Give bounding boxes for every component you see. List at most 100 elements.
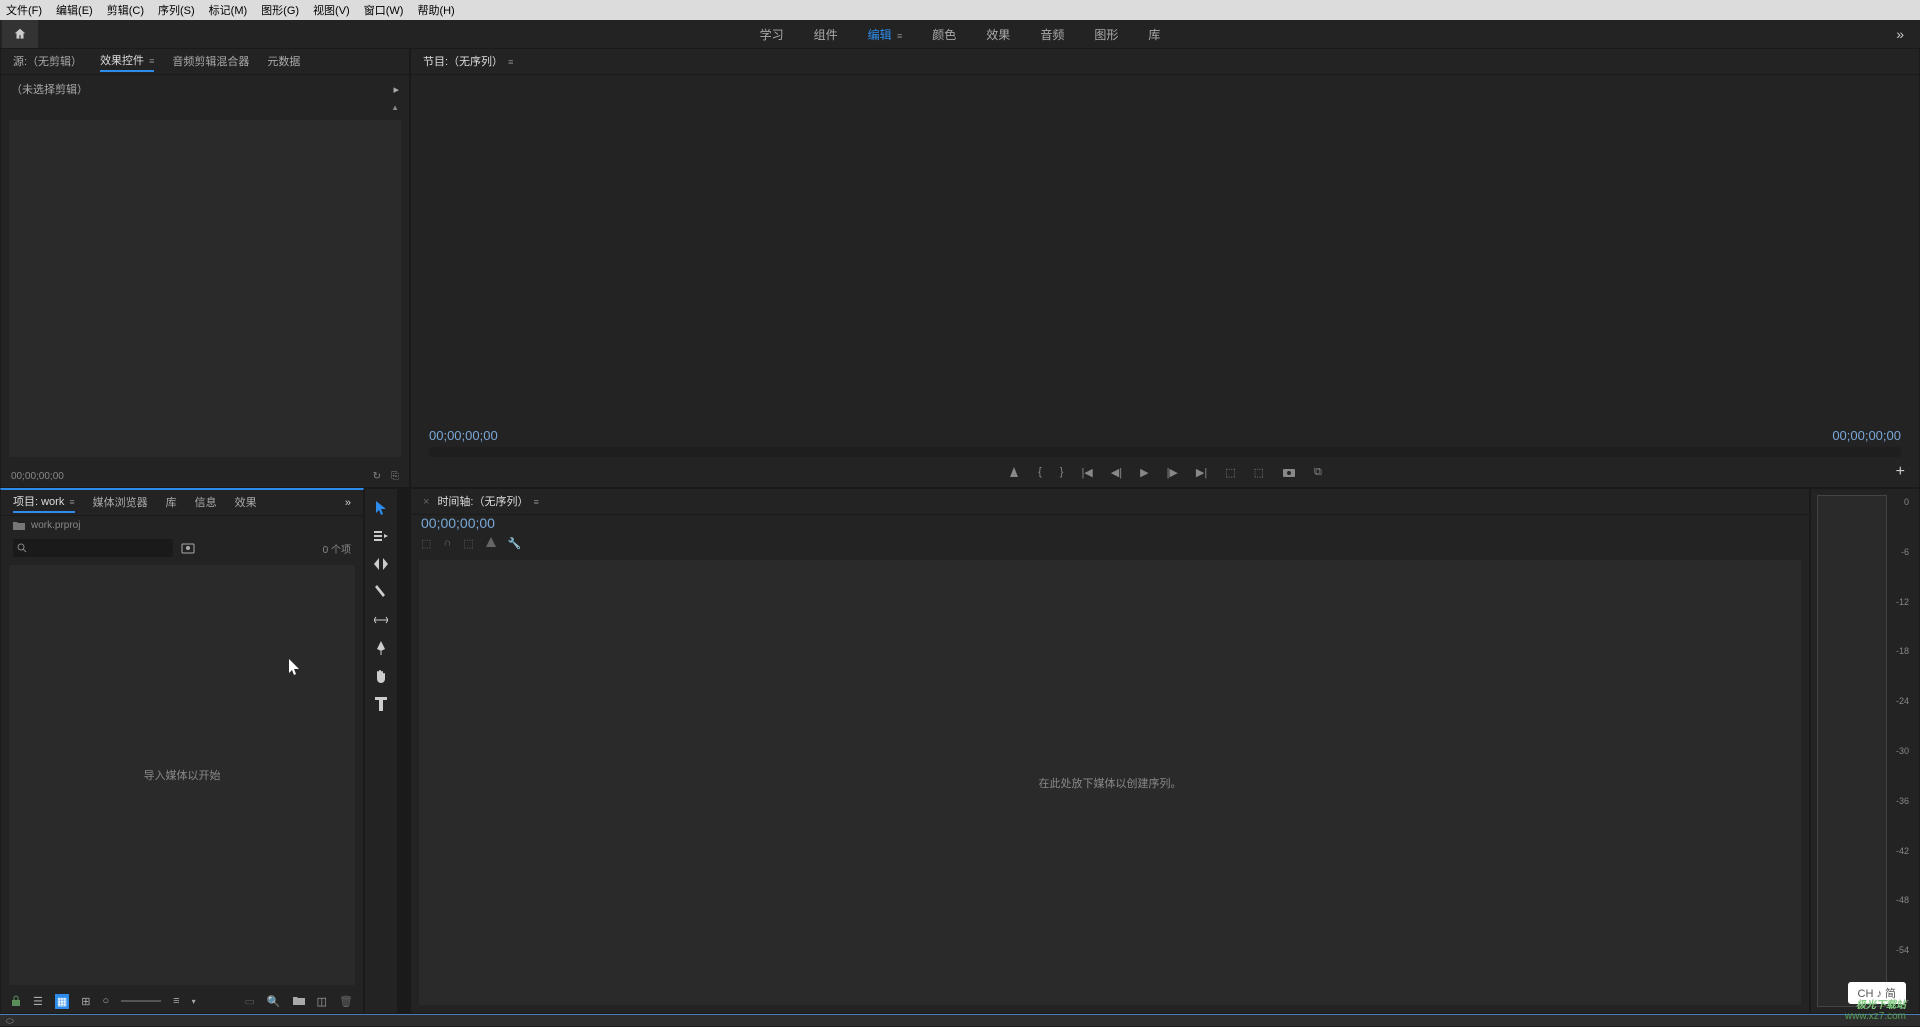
hamburger-icon[interactable]: ≡ [508,57,513,67]
timeline-panel-tabs: × 时间轴:（无序列） ≡ [411,489,1809,515]
tab-audio-clip-mixer[interactable]: 音频剪辑混合器 [172,53,249,71]
lock-icon[interactable] [11,995,21,1007]
hamburger-icon[interactable]: ≡ [534,497,539,507]
loop-icon[interactable]: ↻ [373,471,381,482]
project-panel: 项目: work ≡ 媒体浏览器 库 信息 效果 » work.prproj [0,488,364,1014]
ws-tab-editing[interactable]: 编辑 ≡ [868,26,903,43]
home-button[interactable] [2,20,38,48]
hamburger-icon[interactable]: ≡ [69,497,74,507]
play-icon[interactable]: ▶ [1140,466,1148,479]
bracket-in-icon[interactable]: { [1038,466,1042,478]
link-icon[interactable]: ⬭ [0,1016,14,1026]
tab-metadata[interactable]: 元数据 [267,53,300,71]
play-arrow-icon[interactable]: ▸ [393,83,399,96]
menu-clip[interactable]: 剪辑(C) [107,2,144,18]
program-scrubber[interactable] [429,447,1901,457]
new-item-icon[interactable]: ◫ [317,995,327,1008]
tab-effects-panel[interactable]: 效果 [235,494,257,512]
workspace-tabs: 学习 组件 编辑 ≡ 颜色 效果 音频 图形 库 [760,20,1161,48]
menu-edit[interactable]: 编辑(E) [56,2,93,18]
track-select-tool[interactable] [370,527,392,545]
menu-marker[interactable]: 标记(M) [209,2,248,18]
tab-info[interactable]: 信息 [195,494,217,512]
source-panel: 源:（无剪辑） 效果控件 ≡ 音频剪辑混合器 元数据 （未选择剪辑） ▸ ▲ 0… [0,48,410,488]
workspace-overflow-icon[interactable]: » [1896,26,1904,42]
hamburger-icon[interactable]: ≡ [149,56,154,66]
add-marker-icon[interactable]: ⬚ [463,537,473,550]
new-bin-from-search-icon[interactable] [181,542,195,554]
zoom-slider[interactable] [121,1000,161,1002]
linked-selection-icon[interactable]: ∩ [443,537,451,550]
menu-window[interactable]: 窗口(W) [364,2,404,18]
ws-tab-learn[interactable]: 学习 [760,26,784,43]
source-panel-tabs: 源:（无剪辑） 效果控件 ≡ 音频剪辑混合器 元数据 [1,49,409,75]
export-frame-icon[interactable]: ⎘ [391,471,399,482]
chevron-down-icon[interactable]: ▾ [192,997,196,1006]
scroll-up-icon[interactable]: ▲ [391,103,399,112]
type-tool[interactable] [370,695,392,713]
project-search-input[interactable] [13,539,173,557]
tab-program[interactable]: 节目:（无序列） ≡ [423,53,513,71]
ripple-edit-tool[interactable] [370,555,392,573]
extract-icon[interactable]: ⬚ [1254,466,1264,479]
tab-timeline[interactable]: 时间轴:（无序列） ≡ [437,493,538,511]
mark-in-icon[interactable] [1008,466,1020,478]
tab-effect-controls[interactable]: 效果控件 ≡ [100,52,154,72]
step-back-icon[interactable]: ◀| [1111,466,1122,479]
settings-wrench-icon[interactable]: 🔧 [508,537,522,550]
pen-tool[interactable] [370,639,392,657]
find-icon[interactable]: 🔍 [267,995,281,1008]
tab-libraries[interactable]: 库 [166,494,177,512]
ws-tab-effects[interactable]: 效果 [986,26,1010,43]
lift-icon[interactable]: ⬚ [1225,466,1235,479]
meter-tick: -54 [1891,945,1909,955]
automate-to-sequence-icon[interactable]: ▭ [245,995,255,1008]
hand-tool[interactable] [370,667,392,685]
panel-overflow-icon[interactable]: » [345,497,351,509]
hamburger-icon[interactable]: ≡ [897,31,902,41]
ws-tab-audio[interactable]: 音频 [1040,26,1064,43]
ws-tab-libraries[interactable]: 库 [1148,26,1160,43]
bracket-out-icon[interactable]: } [1060,466,1064,478]
razor-tool[interactable] [370,583,392,601]
snap-icon[interactable]: ⬚ [421,537,431,550]
trash-icon[interactable]: 🗑 [339,995,353,1008]
menu-graphics[interactable]: 图形(G) [261,2,299,18]
freeform-view-icon[interactable]: ⊞ [81,995,90,1008]
timeline-panel: × 时间轴:（无序列） ≡ 00;00;00;00 ⬚ ∩ ⬚ 🔧 在此处放下媒… [410,488,1810,1014]
menu-help[interactable]: 帮助(H) [417,2,454,18]
project-bin-body[interactable]: 导入媒体以开始 [9,565,355,985]
transport-controls: { } |◀ ◀| ▶ |▶ ▶| ⬚ ⬚ ⧉ + [411,457,1919,487]
ws-tab-color[interactable]: 颜色 [932,26,956,43]
bottom-right-row: × 时间轴:（无序列） ≡ 00;00;00;00 ⬚ ∩ ⬚ 🔧 在此处放下媒… [410,488,1920,1014]
compare-icon[interactable]: ⧉ [1314,466,1322,479]
tab-source[interactable]: 源:（无剪辑） [13,53,82,71]
close-panel-icon[interactable]: × [423,496,429,508]
ws-tab-assembly[interactable]: 组件 [814,26,838,43]
go-to-out-icon[interactable]: ▶| [1196,466,1207,479]
tab-media-browser[interactable]: 媒体浏览器 [93,494,148,512]
sort-icon[interactable]: ≡ [173,995,179,1007]
tab-project[interactable]: 项目: work ≡ [13,493,75,513]
program-panel: 节目:（无序列） ≡ 00;00;00;00 00;00;00;00 { } |… [410,48,1920,488]
button-editor-plus-icon[interactable]: + [1896,463,1905,481]
ws-tab-graphics[interactable]: 图形 [1094,26,1118,43]
slip-tool[interactable] [370,611,392,629]
camera-icon[interactable] [1282,466,1296,478]
new-bin-icon[interactable] [293,996,305,1006]
folder-icon [13,521,25,531]
step-forward-icon[interactable]: |▶ [1167,466,1178,479]
menu-file[interactable]: 文件(F) [6,2,42,18]
menu-sequence[interactable]: 序列(S) [158,2,195,18]
list-view-icon[interactable]: ☰ [33,995,43,1008]
bottom-left-row: 项目: work ≡ 媒体浏览器 库 信息 效果 » work.prproj [0,488,410,1014]
timeline-marker-icon[interactable] [486,537,496,550]
icon-view-icon[interactable]: ▦ [55,994,69,1009]
selection-tool[interactable] [370,499,392,517]
timeline-drop-area[interactable]: 在此处放下媒体以创建序列。 [419,560,1801,1005]
menu-view[interactable]: 视图(V) [313,2,350,18]
go-to-in-icon[interactable]: |◀ [1081,466,1092,479]
zoom-slider-dot-icon[interactable]: ○ [103,995,110,1007]
project-bottom-toolbar: ☰ ▦ ⊞ ○ ≡ ▾ ▭ 🔍 ◫ 🗑 [1,989,363,1013]
main-area: 源:（无剪辑） 效果控件 ≡ 音频剪辑混合器 元数据 （未选择剪辑） ▸ ▲ 0… [0,48,1920,1014]
